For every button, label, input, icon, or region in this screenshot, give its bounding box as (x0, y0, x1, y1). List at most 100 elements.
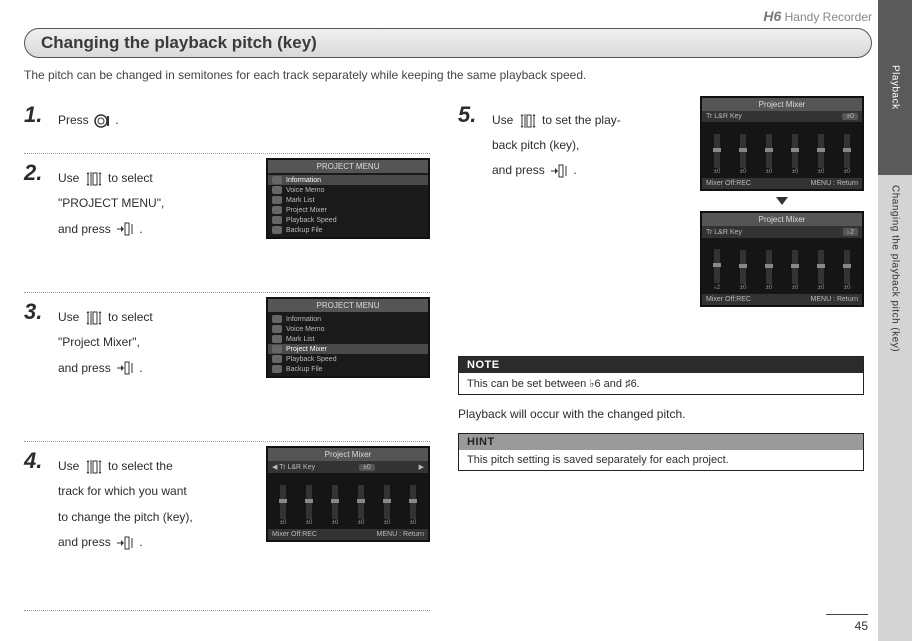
lcd2-row-0: Information (268, 175, 428, 185)
lcd5b-top-right: ♭2 (843, 228, 858, 236)
page-content: H6 Handy Recorder Changing the playback … (24, 8, 872, 611)
step-3-b: to select (108, 310, 153, 324)
lcd4-top-left: Tr L&R Key (279, 464, 315, 471)
lcd2-row-5: Backup File (268, 225, 428, 235)
lcd3-item-2: Mark List (286, 336, 314, 343)
lcd4-f3: ±0 (358, 520, 365, 526)
step-4-c: track for which you want (58, 484, 187, 498)
model-name: H6 (763, 8, 781, 24)
lcd5b-br: MENU : Return (811, 296, 858, 303)
step-1-text-b: . (115, 113, 118, 127)
step-3-c: "Project Mixer", (58, 335, 140, 349)
side-tab: Playback Changing the playback pitch (ke… (878, 0, 912, 641)
lcd-step-3: PROJECT MENU Information Voice Memo Mark… (266, 297, 430, 378)
lcd2-title: PROJECT MENU (268, 160, 428, 173)
lcd-step-5-stack: Project Mixer Tr L&R Key ±0 ±0 ±0 ±0 ±0 … (700, 96, 864, 307)
lcd3-title: PROJECT MENU (268, 299, 428, 312)
lcd3-row-0: Information (268, 314, 428, 324)
lcd5b-f4: ±0 (818, 285, 825, 291)
lcd5b-f3: ±0 (792, 285, 799, 291)
right-column: 5. Use to set the play- back pitch (key)… (458, 96, 864, 611)
lcd2-item-0: Information (286, 177, 321, 184)
step-3: 3. Use to select "Project Mixer", and pr… (24, 293, 430, 442)
step-5-b: to set the play- (542, 113, 621, 127)
step-5: 5. Use to set the play- back pitch (key)… (458, 96, 864, 344)
step-2-b: to select (108, 171, 153, 185)
press-right-icon (116, 360, 134, 376)
scroll-vertical-icon (85, 458, 103, 476)
lcd2-item-5: Backup File (286, 227, 323, 234)
lcd4-f0: ±0 (280, 520, 287, 526)
lcd-step-5a: Project Mixer Tr L&R Key ±0 ±0 ±0 ±0 ±0 … (700, 96, 864, 191)
lcd5b-f5: ±0 (844, 285, 851, 291)
step-1-number: 1. (24, 104, 58, 126)
lcd5a-br: MENU : Return (811, 180, 858, 187)
lcd2-row-4: Playback Speed (268, 215, 428, 225)
lcd3-item-3: Project Mixer (286, 346, 327, 353)
scroll-vertical-icon (519, 112, 537, 130)
lcd5a-top-right: ±0 (842, 113, 858, 120)
step-2: 2. Use to select "PROJECT MENU", and pre… (24, 154, 430, 293)
lcd-step-5b: Project Mixer Tr L&R Key ♭2 ♭2 ±0 ±0 ±0 … (700, 211, 864, 307)
step-2-d: and press (58, 222, 114, 236)
left-column: 1. Press . 2. Use to select (24, 96, 430, 611)
lcd4-top-right: ±0 (359, 464, 375, 471)
step-1-text-a: Press (58, 113, 92, 127)
lcd4-title: Project Mixer (268, 448, 428, 461)
lcd5a-f5: ±0 (844, 169, 851, 175)
lcd3-row-2: Mark List (268, 334, 428, 344)
lcd2-row-2: Mark List (268, 195, 428, 205)
side-tab-subsection: Changing the playback pitch (key) (878, 175, 912, 641)
step-3-e: . (139, 361, 142, 375)
lcd3-row-3: Project Mixer (268, 344, 428, 354)
step-4: 4. Use to select the track for which you… (24, 442, 430, 611)
step-4-b: to select the (108, 459, 173, 473)
lcd4-f5: ±0 (410, 520, 417, 526)
page-header: H6 Handy Recorder (24, 8, 872, 24)
lcd5a-title: Project Mixer (702, 98, 862, 111)
step-5-a: Use (492, 113, 517, 127)
lcd2-item-3: Project Mixer (286, 207, 327, 214)
step-3-d: and press (58, 361, 114, 375)
lcd2-item-4: Playback Speed (286, 217, 337, 224)
step-4-number: 4. (24, 450, 58, 472)
power-button-icon (94, 113, 110, 129)
scroll-vertical-icon (85, 170, 103, 188)
lcd3-item-1: Voice Memo (286, 326, 325, 333)
step-2-c: "PROJECT MENU", (58, 196, 164, 210)
step-3-number: 3. (24, 301, 58, 323)
lcd5a-f0: ±0 (714, 169, 721, 175)
hint-heading: HINT (459, 434, 863, 450)
intro-text: The pitch can be changed in semitones fo… (24, 68, 872, 82)
lcd3-item-5: Backup File (286, 366, 323, 373)
arrow-down-icon (776, 197, 788, 205)
lcd5b-top-left: Tr L&R Key (706, 229, 742, 236)
lcd4-f1: ±0 (306, 520, 313, 526)
lcd3-item-4: Playback Speed (286, 356, 337, 363)
press-right-icon (116, 221, 134, 237)
note-heading: NOTE (459, 357, 863, 373)
step-4-d: to change the pitch (key), (58, 510, 193, 524)
lcd5b-bl: Mixer Off:REC (706, 296, 751, 303)
lcd4-f2: ±0 (332, 520, 339, 526)
lcd3-row-5: Backup File (268, 364, 428, 374)
step-4-a: Use (58, 459, 83, 473)
lcd4-f4: ±0 (384, 520, 391, 526)
lcd5a-f1: ±0 (740, 169, 747, 175)
lcd3-row-1: Voice Memo (268, 324, 428, 334)
lcd3-row-4: Playback Speed (268, 354, 428, 364)
step-5-d: and press (492, 163, 548, 177)
lcd2-row-3: Project Mixer (268, 205, 428, 215)
step-5-e: . (573, 163, 576, 177)
step-5-c: back pitch (key), (492, 138, 579, 152)
scroll-vertical-icon (85, 309, 103, 327)
lcd5b-title: Project Mixer (702, 213, 862, 226)
lcd5a-top-left: Tr L&R Key (706, 113, 742, 120)
lcd4-br: MENU : Return (377, 531, 424, 538)
lcd5a-bl: Mixer Off:REC (706, 180, 751, 187)
step-3-a: Use (58, 310, 83, 324)
lcd2-item-1: Voice Memo (286, 187, 325, 194)
lcd2-item-2: Mark List (286, 197, 314, 204)
lcd2-row-1: Voice Memo (268, 185, 428, 195)
lcd3-item-0: Information (286, 316, 321, 323)
